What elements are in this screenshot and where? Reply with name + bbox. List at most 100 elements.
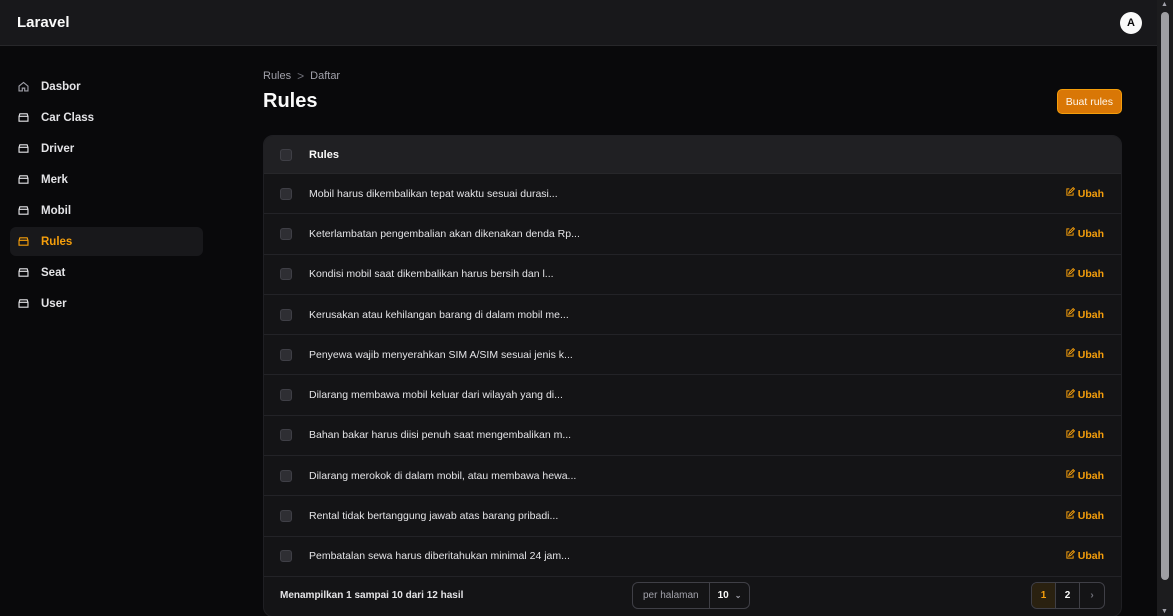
folder-icon	[17, 111, 30, 124]
edit-icon	[1065, 187, 1075, 200]
row-checkbox[interactable]	[280, 187, 292, 200]
table-row: Kondisi mobil saat dikembalikan harus be…	[264, 255, 1121, 295]
row-checkbox[interactable]	[280, 429, 292, 442]
per-page-label: per halaman	[633, 583, 710, 608]
row-checkbox[interactable]	[280, 469, 292, 482]
row-checkbox[interactable]	[280, 308, 292, 321]
pagination: 1 2 ›	[1031, 582, 1105, 609]
table-row: Keterlambatan pengembalian akan dikenaka…	[264, 214, 1121, 255]
breadcrumb-current: Daftar	[310, 70, 341, 82]
rule-text: Dilarang membawa mobil keluar dari wilay…	[309, 389, 563, 402]
table-row: Kerusakan atau kehilangan barang di dala…	[264, 295, 1121, 336]
table-header: Rules	[264, 136, 1121, 174]
edit-link[interactable]: Ubah	[1065, 549, 1104, 563]
edit-link[interactable]: Ubah	[1065, 187, 1104, 200]
edit-link[interactable]: Ubah	[1065, 307, 1104, 321]
sidebar-item-label: Dasbor	[41, 80, 81, 93]
edit-link[interactable]: Ubah	[1065, 348, 1104, 361]
sidebar: Dasbor Car Class Driver Merk Mobil Rules Seat U…	[0, 46, 215, 616]
table-row: Bahan bakar harus diisi penuh saat menge…	[264, 416, 1121, 457]
rule-text: Kerusakan atau kehilangan barang di dala…	[309, 308, 569, 321]
top-bar: Laravel A	[0, 0, 1157, 46]
scroll-thumb[interactable]	[1161, 12, 1169, 580]
edit-label: Ubah	[1077, 268, 1104, 281]
rule-text: Mobil harus dikembalikan tepat waktu ses…	[309, 187, 558, 200]
sidebar-item-label: Seat	[41, 266, 66, 279]
edit-link[interactable]: Ubah	[1065, 267, 1104, 281]
sidebar-item-mobil[interactable]: Mobil	[10, 196, 203, 225]
per-page-value[interactable]: 10 ⌄	[710, 583, 750, 608]
folder-icon	[17, 204, 30, 217]
edit-link[interactable]: Ubah	[1065, 227, 1104, 240]
breadcrumb-parent[interactable]: Rules	[263, 70, 291, 82]
edit-link[interactable]: Ubah	[1065, 428, 1104, 442]
sidebar-item-label: Merk	[41, 173, 68, 186]
folder-icon	[17, 297, 30, 310]
edit-icon	[1065, 307, 1075, 321]
edit-label: Ubah	[1077, 348, 1104, 361]
next-page-button[interactable]: ›	[1080, 583, 1104, 608]
table-body: Mobil harus dikembalikan tepat waktu ses…	[264, 174, 1121, 577]
edit-label: Ubah	[1077, 227, 1104, 240]
sidebar-item-user[interactable]: User	[10, 289, 203, 318]
sidebar-item-seat[interactable]: Seat	[10, 258, 203, 287]
edit-icon	[1065, 388, 1075, 402]
breadcrumb: Rules > Daftar	[263, 69, 340, 83]
create-rules-button[interactable]: Buat rules	[1056, 89, 1122, 114]
scroll-down-icon[interactable]: ▼	[1161, 608, 1168, 615]
edit-icon	[1065, 469, 1075, 482]
sidebar-item-dasbor[interactable]: Dasbor	[10, 72, 203, 101]
sidebar-item-label: Car Class	[41, 111, 95, 124]
row-checkbox[interactable]	[280, 550, 292, 563]
row-checkbox[interactable]	[280, 348, 292, 361]
edit-icon	[1065, 549, 1075, 563]
edit-icon	[1065, 428, 1075, 442]
edit-label: Ubah	[1077, 510, 1104, 523]
column-header-rules[interactable]: Rules	[309, 149, 339, 161]
sidebar-item-label: Driver	[41, 142, 75, 155]
scroll-up-icon[interactable]: ▲	[1161, 1, 1168, 8]
per-page-value-text: 10	[717, 590, 729, 601]
folder-icon	[17, 173, 30, 186]
select-all-checkbox[interactable]	[280, 148, 292, 161]
sidebar-item-label: Rules	[41, 235, 73, 248]
scrollbar[interactable]: ▲ ▼	[1157, 0, 1173, 616]
sidebar-item-merk[interactable]: Merk	[10, 165, 203, 194]
edit-label: Ubah	[1077, 469, 1104, 482]
rule-text: Rental tidak bertanggung jawab atas bara…	[309, 510, 559, 523]
rule-text: Kondisi mobil saat dikembalikan harus be…	[309, 268, 554, 281]
rules-table: Rules Mobil harus dikembalikan tepat wak…	[263, 135, 1122, 616]
rule-text: Penyewa wajib menyerahkan SIM A/SIM sesu…	[309, 348, 573, 361]
table-row: Penyewa wajib menyerahkan SIM A/SIM sesu…	[264, 335, 1121, 376]
edit-label: Ubah	[1077, 187, 1104, 200]
page-2-button[interactable]: 2	[1056, 583, 1080, 608]
per-page-select[interactable]: per halaman 10 ⌄	[632, 582, 751, 609]
sidebar-item-rules[interactable]: Rules	[10, 227, 203, 256]
edit-label: Ubah	[1077, 389, 1104, 402]
sidebar-item-label: Mobil	[41, 204, 72, 217]
row-checkbox[interactable]	[280, 510, 292, 523]
sidebar-item-label: User	[41, 297, 67, 310]
edit-label: Ubah	[1077, 429, 1104, 442]
row-checkbox[interactable]	[280, 389, 292, 402]
breadcrumb-separator: >	[297, 69, 305, 83]
sidebar-item-car-class[interactable]: Car Class	[10, 103, 203, 132]
sidebar-item-driver[interactable]: Driver	[10, 134, 203, 163]
row-checkbox[interactable]	[280, 268, 292, 281]
table-footer: Menampilkan 1 sampai 10 dari 12 hasil pe…	[264, 574, 1121, 616]
rule-text: Dilarang merokok di dalam mobil, atau me…	[309, 469, 577, 482]
page-1-button[interactable]: 1	[1032, 583, 1056, 608]
row-checkbox[interactable]	[280, 227, 292, 240]
edit-label: Ubah	[1077, 550, 1104, 563]
brand-logo[interactable]: Laravel	[17, 14, 70, 31]
avatar[interactable]: A	[1120, 12, 1142, 34]
table-row: Pembatalan sewa harus diberitahukan mini…	[264, 537, 1121, 577]
edit-link[interactable]: Ubah	[1065, 469, 1104, 482]
page-title: Rules	[263, 90, 318, 112]
rule-text: Keterlambatan pengembalian akan dikenaka…	[309, 227, 580, 240]
edit-icon	[1065, 267, 1075, 281]
table-row: Dilarang merokok di dalam mobil, atau me…	[264, 456, 1121, 497]
folder-icon	[17, 266, 30, 279]
edit-link[interactable]: Ubah	[1065, 509, 1104, 523]
edit-link[interactable]: Ubah	[1065, 388, 1104, 402]
